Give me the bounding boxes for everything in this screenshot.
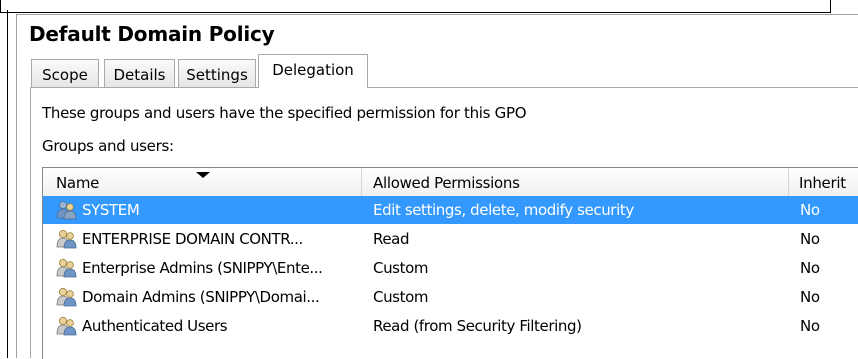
tab-strip-baseline xyxy=(30,87,858,88)
tab-delegation[interactable]: Delegation xyxy=(258,54,368,88)
groups-users-label: Groups and users: xyxy=(42,137,174,155)
pane-border-left xyxy=(16,14,17,358)
group-icon xyxy=(56,230,77,249)
delegation-description: These groups and users have the specifie… xyxy=(42,104,527,122)
table-row[interactable]: Enterprise Admins (SNIPPY\Ente... Custom… xyxy=(43,254,858,282)
outer-window-edge xyxy=(7,10,8,358)
row-inherited: No xyxy=(800,259,820,277)
group-icon xyxy=(56,288,77,307)
group-icon xyxy=(56,259,77,278)
column-header-inherited[interactable]: Inherit xyxy=(788,168,858,196)
row-permissions: Read (from Security Filtering) xyxy=(373,317,582,335)
row-permissions: Read xyxy=(373,230,410,248)
sort-descending-icon xyxy=(196,172,210,178)
row-permissions: Custom xyxy=(373,288,429,306)
row-permissions: Custom xyxy=(373,259,429,277)
tab-settings[interactable]: Settings xyxy=(178,59,256,87)
pane-border-top xyxy=(16,14,858,15)
row-permissions: Edit settings, delete, modify security xyxy=(373,201,634,219)
policy-title: Default Domain Policy xyxy=(29,22,275,46)
outer-window-frame xyxy=(0,0,831,13)
table-row[interactable]: Domain Admins (SNIPPY\Domai... Custom No xyxy=(43,283,858,311)
column-header-permissions[interactable]: Allowed Permissions xyxy=(361,168,788,196)
row-inherited: No xyxy=(800,288,820,306)
table-row[interactable]: SYSTEM Edit settings, delete, modify sec… xyxy=(43,196,858,224)
table-row[interactable]: ENTERPRISE DOMAIN CONTR... Read No xyxy=(43,225,858,253)
list-header: Name Allowed Permissions Inherit xyxy=(43,168,858,197)
row-inherited: No xyxy=(800,317,820,335)
row-inherited: No xyxy=(800,230,820,248)
row-name: SYSTEM xyxy=(82,201,140,219)
row-inherited: No xyxy=(800,201,820,219)
groups-users-list[interactable]: Name Allowed Permissions Inherit SYSTEM … xyxy=(42,167,858,359)
row-name: ENTERPRISE DOMAIN CONTR... xyxy=(82,230,303,248)
group-icon xyxy=(56,317,77,336)
group-icon xyxy=(56,201,77,220)
row-name: Authenticated Users xyxy=(82,317,228,335)
row-name: Domain Admins (SNIPPY\Domai... xyxy=(82,288,320,306)
table-row[interactable]: Authenticated Users Read (from Security … xyxy=(43,312,858,340)
tab-details[interactable]: Details xyxy=(104,59,175,87)
row-name: Enterprise Admins (SNIPPY\Ente... xyxy=(82,259,323,277)
tab-scope[interactable]: Scope xyxy=(31,59,99,87)
